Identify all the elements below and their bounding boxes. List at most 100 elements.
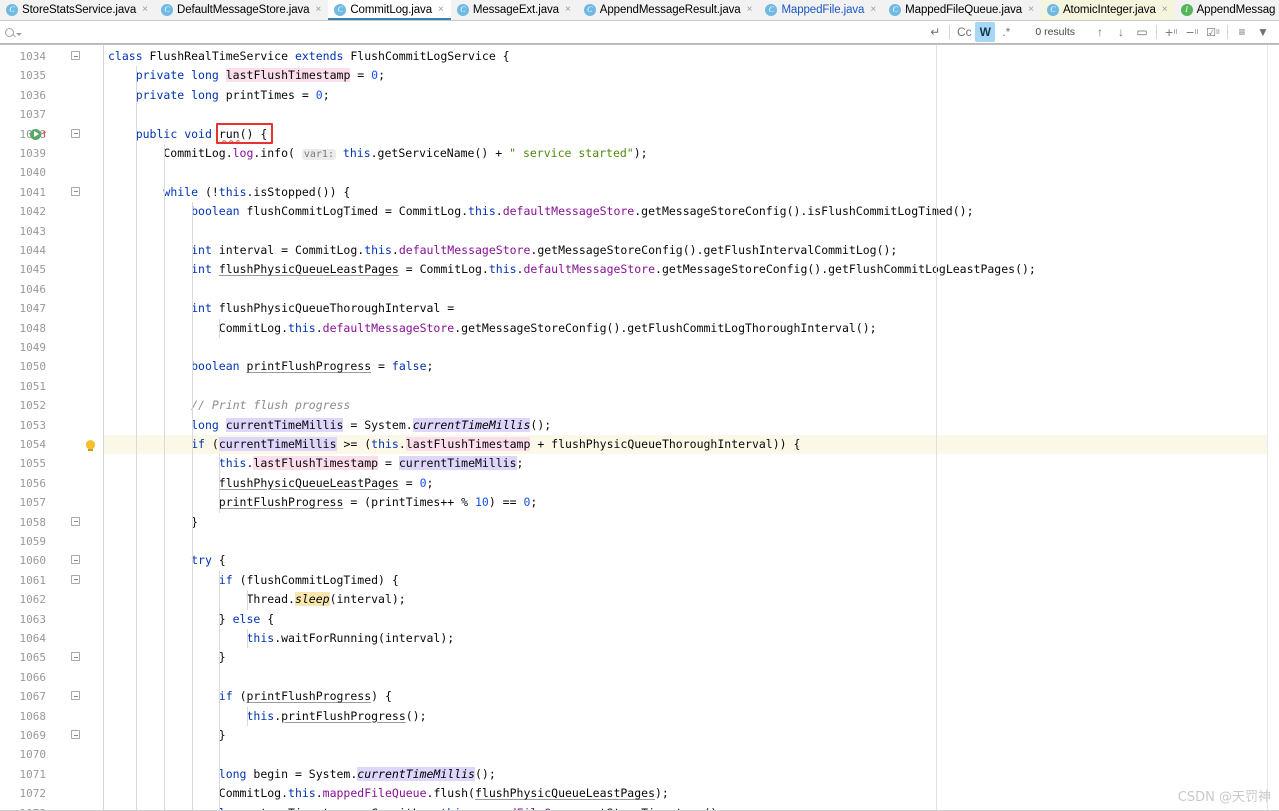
editor-tab-mappedfilequeue[interactable]: C MappedFileQueue.java × — [883, 0, 1041, 20]
line-number: 1058 — [19, 515, 47, 529]
editor-tab-messageext[interactable]: C MessageExt.java × — [451, 0, 578, 20]
new-line-button[interactable]: ↵ — [925, 22, 945, 42]
code-line[interactable] — [104, 338, 1279, 357]
code-line[interactable]: boolean printFlushProgress = false; — [104, 357, 1279, 376]
close-icon[interactable]: × — [142, 5, 148, 15]
code-line[interactable]: this.lastFlushTimestamp = currentTimeMil… — [104, 454, 1279, 473]
close-icon[interactable]: × — [1028, 5, 1034, 15]
indent-guide — [247, 590, 249, 610]
close-icon[interactable]: × — [747, 5, 753, 15]
editor-scrollbar[interactable] — [1267, 45, 1279, 811]
code-line[interactable]: private long lastFlushTimestamp = 0; — [104, 66, 1279, 85]
code-line[interactable] — [104, 668, 1279, 687]
editor-tab-storestatsservice[interactable]: C StoreStatsService.java × — [0, 0, 155, 20]
code-line[interactable]: CommitLog.this.mappedFileQueue.flush(flu… — [104, 784, 1279, 803]
indent-guide — [219, 318, 221, 338]
code-fold-icon[interactable] — [70, 183, 81, 202]
code-fold-icon[interactable] — [70, 571, 81, 590]
code-line[interactable]: printFlushProgress = (printTimes++ % 10)… — [104, 493, 1279, 512]
add-occurrence-icon[interactable]: + II — [1161, 22, 1181, 42]
code-fold-icon[interactable] — [70, 648, 81, 667]
code-line[interactable]: CommitLog.log.info( var1: this.getServic… — [104, 144, 1279, 163]
editor-gutter[interactable]: 10341035103610371038↑1039104010411042104… — [0, 45, 104, 811]
code-fold-icon[interactable] — [70, 687, 81, 706]
code-line[interactable]: Thread.sleep(interval); — [104, 590, 1279, 609]
tab-label: MessageExt.java — [472, 4, 559, 16]
code-line[interactable]: int flushPhysicQueueThoroughInterval = — [104, 299, 1279, 318]
remove-occurrence-icon[interactable]: − II — [1182, 22, 1202, 42]
find-input-area[interactable] — [0, 21, 926, 44]
editor-tab-commitlog[interactable]: C CommitLog.java × — [328, 0, 451, 20]
run-gutter-icon[interactable] — [30, 128, 41, 140]
editor-tab-appendmessageresult[interactable]: C AppendMessageResult.java × — [578, 0, 760, 20]
code-line[interactable] — [104, 745, 1279, 764]
line-number: 1044 — [19, 244, 47, 257]
code-line[interactable]: flushPhysicQueueLeastPages = 0; — [104, 474, 1279, 493]
match-case-toggle[interactable]: Cc — [954, 22, 974, 42]
override-method-icon[interactable]: ↑ — [41, 128, 48, 139]
close-icon[interactable]: × — [315, 5, 321, 15]
select-all-occurrences-button[interactable]: ▭ — [1132, 22, 1152, 42]
close-icon[interactable]: × — [1162, 5, 1168, 15]
code-fold-icon[interactable] — [70, 513, 81, 532]
right-margin-guide — [936, 45, 937, 811]
words-toggle[interactable]: W — [975, 22, 996, 42]
select-occurrences-icon[interactable]: ☑ II — [1203, 22, 1223, 42]
code-line[interactable]: long currentTimeMillis = System.currentT… — [104, 416, 1279, 435]
find-previous-button[interactable]: ↑ — [1090, 22, 1110, 42]
close-icon[interactable]: × — [870, 5, 876, 15]
close-icon[interactable]: × — [438, 5, 444, 15]
code-line[interactable] — [104, 532, 1279, 551]
code-line[interactable] — [104, 222, 1279, 241]
code-line[interactable]: public void run() { — [104, 125, 1279, 144]
code-line[interactable]: long begin = System.currentTimeMillis(); — [104, 765, 1279, 784]
code-line[interactable]: } else { — [104, 610, 1279, 629]
line-number: 1052 — [19, 399, 47, 413]
code-fold-icon[interactable] — [70, 726, 81, 745]
regex-toggle[interactable]: .* — [996, 22, 1016, 42]
code-line[interactable]: } — [104, 648, 1279, 667]
open-in-find-window-icon[interactable]: ≡ — [1232, 22, 1252, 42]
code-line[interactable]: int interval = CommitLog.this.defaultMes… — [104, 241, 1279, 260]
code-line[interactable] — [104, 105, 1279, 124]
line-number: 1042 — [19, 205, 47, 219]
code-editor[interactable]: 10341035103610371038↑1039104010411042104… — [0, 45, 1279, 811]
code-line[interactable]: boolean flushCommitLogTimed = CommitLog.… — [104, 202, 1279, 221]
code-fold-icon[interactable] — [70, 551, 81, 570]
code-line[interactable]: try { — [104, 551, 1279, 570]
code-line[interactable]: while (!this.isStopped()) { — [104, 183, 1279, 202]
indent-guide — [219, 570, 221, 811]
code-line[interactable]: int flushPhysicQueueLeastPages = CommitL… — [104, 260, 1279, 279]
code-line[interactable]: this.printFlushProgress(); — [104, 707, 1279, 726]
code-line[interactable]: if (currentTimeMillis >= (this.lastFlush… — [104, 435, 1279, 455]
code-fold-icon[interactable] — [70, 125, 81, 144]
code-content[interactable]: class FlushRealTimeService extends Flush… — [104, 45, 1279, 811]
close-icon[interactable]: × — [565, 5, 571, 15]
tab-label: AppendMessageResult.java — [599, 4, 741, 16]
code-fold-icon[interactable] — [70, 47, 81, 66]
find-next-button[interactable]: ↓ — [1111, 22, 1131, 42]
code-line[interactable] — [104, 163, 1279, 182]
code-line[interactable] — [104, 377, 1279, 396]
line-number: 1069 — [19, 729, 47, 742]
editor-tab-defaultmessagestore[interactable]: C DefaultMessageStore.java × — [155, 0, 328, 20]
code-line[interactable]: this.waitForRunning(interval); — [104, 629, 1279, 648]
code-line[interactable]: } — [104, 513, 1279, 532]
code-line[interactable]: // Print flush progress — [104, 396, 1279, 415]
class-icon: C — [1046, 4, 1059, 16]
code-line[interactable]: if (flushCommitLogTimed) { — [104, 571, 1279, 590]
code-line[interactable]: if (printFlushProgress) { — [104, 687, 1279, 706]
code-line[interactable]: CommitLog.this.defaultMessageStore.getMe… — [104, 319, 1279, 338]
code-line[interactable]: } — [104, 726, 1279, 745]
intention-bulb-icon[interactable] — [86, 440, 95, 451]
divider — [1156, 25, 1157, 39]
editor-tab-mappedfile[interactable]: C MappedFile.java × — [759, 0, 883, 20]
code-line[interactable] — [104, 280, 1279, 299]
add-sub-label: II — [1173, 28, 1178, 36]
code-line[interactable]: class FlushRealTimeService extends Flush… — [104, 47, 1279, 66]
code-line[interactable]: private long printTimes = 0; — [104, 86, 1279, 105]
search-input[interactable] — [22, 21, 926, 43]
filter-icon[interactable]: ▼ — [1253, 22, 1273, 42]
editor-tab-atomicinteger[interactable]: C AtomicInteger.java × — [1040, 0, 1175, 20]
editor-tab-appendmessag[interactable]: IAppendMessag× — [1175, 0, 1279, 20]
